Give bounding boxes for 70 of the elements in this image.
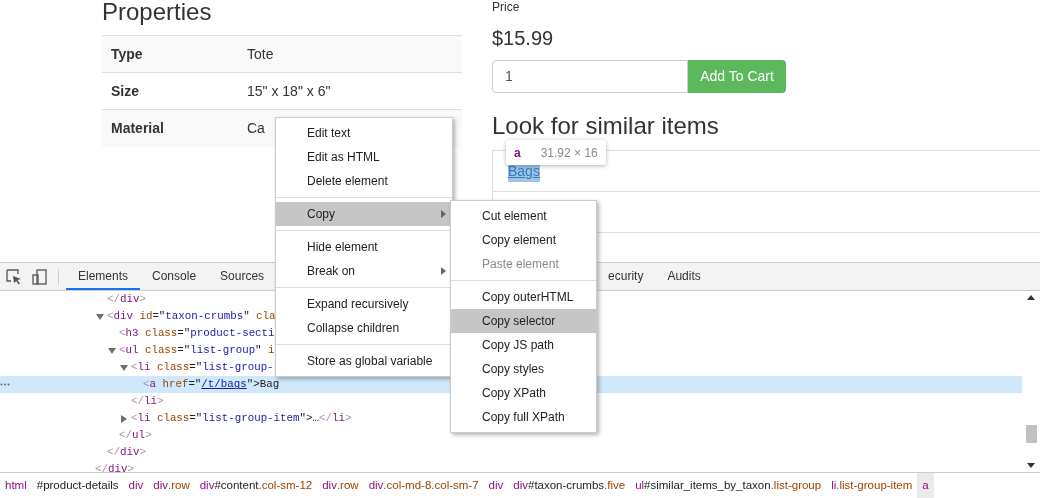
expanded-triangle-icon[interactable] [120, 364, 128, 373]
submenu-arrow-icon [441, 267, 446, 275]
code-line[interactable]: </li> [131, 393, 164, 410]
code-line[interactable]: </div> [107, 293, 146, 306]
menu-item[interactable]: Expand recursively [276, 292, 452, 316]
code-line[interactable]: <div id="taxon-crumbs" cla [107, 310, 276, 323]
menu-item[interactable]: Hide element [276, 235, 452, 259]
scrollbar-thumb[interactable] [1025, 425, 1037, 443]
scroll-down-icon[interactable] [1027, 463, 1035, 468]
property-value: Ca [247, 119, 265, 136]
expanded-triangle-icon[interactable] [96, 313, 104, 322]
menu-item[interactable]: Copy full XPath [451, 405, 596, 429]
breadcrumb[interactable]: #product-details [31, 473, 124, 498]
devtools-tab[interactable]: Sources [208, 263, 277, 290]
inspect-icon[interactable] [6, 268, 22, 285]
code-line[interactable]: <a href="/t/bags">Bag [143, 378, 280, 391]
breadcrumb[interactable]: div#content.col-sm-12 [194, 473, 318, 498]
device-icon[interactable] [32, 268, 48, 285]
code-line[interactable]: <h3 class="product-secti [119, 327, 275, 340]
breadcrumb[interactable]: div.row [148, 473, 195, 498]
quantity-field[interactable]: 1 [492, 60, 688, 93]
devtools-tab[interactable]: Audits [655, 263, 713, 290]
menu-item[interactable]: Copy element [451, 228, 596, 252]
menu-item[interactable]: Break on [276, 259, 452, 283]
code-line[interactable]: <li class="list-group-item">…</li> [131, 412, 352, 425]
breadcrumb[interactable]: ul#similar_items_by_taxon.list-group [630, 473, 827, 498]
code-line[interactable]: </div> [107, 444, 146, 461]
property-value: Tote [247, 45, 274, 62]
property-value: 15" x 18" x 6" [247, 82, 331, 99]
tooltip-size: 31.92 × 16 [540, 144, 598, 162]
menu-item[interactable]: Cut element [451, 204, 596, 228]
price-label: Price [492, 0, 520, 14]
breadcrumb[interactable]: div.col-md-8.col-sm-7 [363, 473, 484, 498]
code-line[interactable]: </ul> [119, 427, 152, 444]
code-line[interactable]: <li class="list-group- [131, 361, 274, 374]
tooltip-tag: a [514, 143, 521, 162]
menu-item[interactable]: Store as global variable [276, 349, 452, 373]
menu-item[interactable]: Edit text [276, 121, 452, 145]
menu-item[interactable]: Copy selector [451, 309, 596, 333]
menu-item[interactable]: Edit as HTML [276, 145, 452, 169]
breadcrumb[interactable]: div [123, 473, 149, 498]
menu-item[interactable]: Copy JS path [451, 333, 596, 357]
more-icon[interactable] [0, 383, 10, 386]
menu-item[interactable]: Copy XPath [451, 381, 596, 405]
menu-item[interactable]: Copy [276, 202, 452, 226]
expanded-triangle-icon[interactable] [108, 347, 116, 356]
devtools-tab[interactable]: ecurity [596, 263, 656, 290]
breadcrumb[interactable]: div [483, 473, 509, 498]
menu-item[interactable]: Copy outerHTML [451, 285, 596, 309]
devtools-tab[interactable]: Elements [66, 263, 141, 290]
section-heading: Look for similar items [492, 112, 720, 140]
property-label: Size [102, 72, 247, 110]
breadcrumb[interactable]: html [0, 473, 32, 498]
menu-item[interactable]: Copy styles [451, 357, 596, 381]
code-line[interactable]: </div> [95, 461, 134, 472]
menu-item[interactable]: Collapse children [276, 316, 452, 340]
collapsed-triangle-icon[interactable] [120, 415, 128, 424]
price: $15.99 [492, 26, 555, 50]
breadcrumb[interactable]: li.list-group-item [826, 473, 918, 498]
property-label: Type [102, 35, 247, 73]
submenu-arrow-icon [441, 210, 446, 218]
section-heading: Properties [102, 0, 213, 26]
breadcrumb[interactable]: a [917, 473, 934, 498]
property-label: Material [102, 109, 247, 147]
devtools-tab[interactable]: Console [140, 263, 209, 290]
breadcrumb[interactable]: div#taxon-crumbs.five [508, 473, 631, 498]
breadcrumb[interactable]: div.row [317, 473, 364, 498]
scroll-up-icon[interactable] [1027, 295, 1035, 300]
code-line[interactable]: <ul class="list-group" i [119, 344, 275, 357]
menu-item[interactable]: Delete element [276, 169, 452, 193]
